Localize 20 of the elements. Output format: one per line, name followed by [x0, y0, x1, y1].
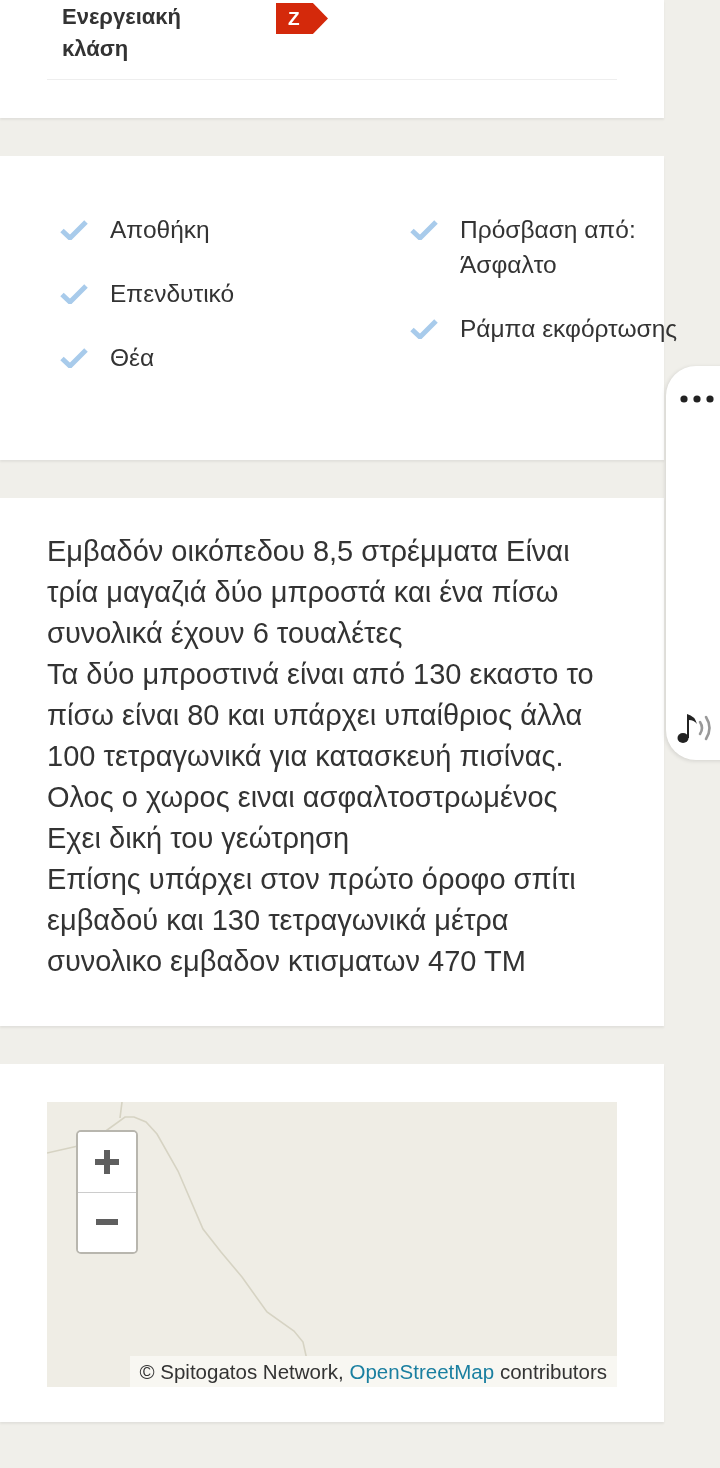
energy-rating-badge: Z — [276, 3, 328, 34]
plus-icon — [95, 1149, 119, 1174]
feature-label: Θέα — [110, 343, 155, 373]
check-icon — [60, 348, 88, 368]
check-icon — [60, 220, 88, 240]
description-text: Εμβαδόν οικόπεδου 8,5 στρέμματα Είναι τρία μαγαζιά δύο μπροστά και ένα πίσω συνολικά έχουν 6 τουαλέτες Τα δύο μπροστινά είναι από 130 εκαστο το πίσω είναι 80 και υπάρχει υπαίθριος άλλα 100 τετραγωνικά για κατασκευή πισίνας. Ολος ο χωρος ειναι ασφαλτοστρωμένος Εχει δική του γεώτρηση Επίσης υπάρχει στον πρώτο όροφο σπίτι εμβαδού και 130 τετραγωνικά μέτρα συνολικο εμβαδον κτισματων 470 ΤΜ — [47, 534, 595, 979]
map-attribution: © Spitogatos Network, OpenStreetMap contributors — [129, 1356, 617, 1387]
check-icon — [410, 319, 438, 339]
feature-value: Άσφαλτο — [460, 250, 558, 280]
zoom-out-button[interactable] — [78, 1191, 136, 1252]
feature-label: Επενδυτικό — [110, 279, 235, 309]
minus-icon — [96, 1219, 118, 1226]
check-icon — [60, 284, 88, 304]
feature-label: Αποθήκη — [110, 215, 210, 245]
energy-class-label: Ενεργειακή κλάση — [62, 3, 182, 63]
feature-label: Ράμπα εκφόρτωσης — [460, 314, 678, 344]
check-icon — [410, 220, 438, 240]
more-icon[interactable] — [680, 395, 714, 403]
feature-label: Πρόσβαση από: — [460, 215, 636, 245]
attribution-link[interactable]: OpenStreetMap — [349, 1360, 495, 1383]
